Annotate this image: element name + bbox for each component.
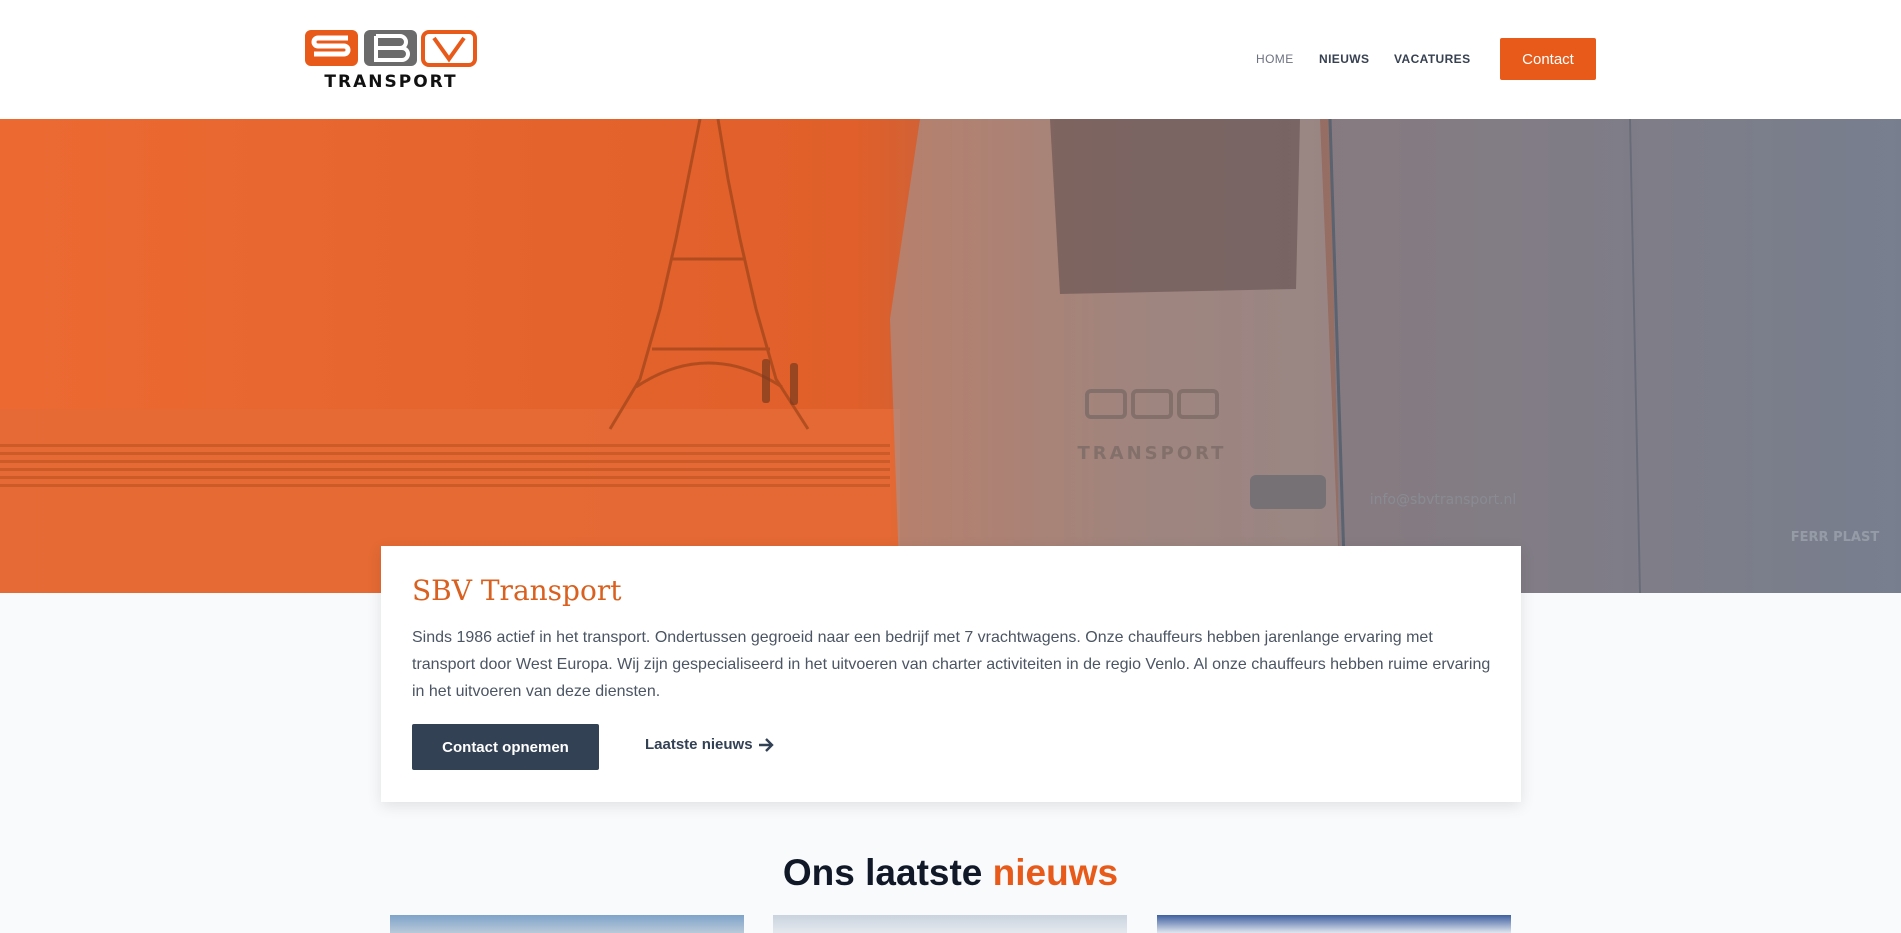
truck-cab	[890, 119, 1901, 593]
news-heading: Ons laatste nieuws	[0, 852, 1901, 894]
news-card-image-2[interactable]	[773, 915, 1127, 933]
news-card-image-1[interactable]	[390, 915, 744, 933]
logo-word: TRANSPORT	[324, 72, 457, 90]
news-heading-prefix: Ons laatste	[782, 852, 993, 893]
intro-card: SBV Transport Sinds 1986 actief in het t…	[381, 546, 1521, 802]
hero-image: TRANSPORT info@sbvtransport.nl FERR PLAS…	[0, 119, 1901, 593]
contact-opnemen-button[interactable]: Contact opnemen	[412, 724, 599, 770]
news-heading-accent: nieuws	[992, 852, 1119, 893]
sbv-transport-logo[interactable]: TRANSPORT	[304, 28, 478, 92]
latest-news-label: Laatste nieuws	[645, 736, 753, 753]
intro-text: Sinds 1986 actief in het transport. Onde…	[412, 629, 1491, 700]
news-card-image-3[interactable]	[1157, 915, 1511, 933]
nav-home[interactable]: HOME	[1256, 52, 1294, 66]
intro-title: SBV Transport	[412, 574, 622, 607]
site-header: TRANSPORT HOME NIEUWS VACATURES Contact	[0, 0, 1901, 119]
hero-illustration: TRANSPORT info@sbvtransport.nl FERR PLAS…	[0, 119, 1901, 593]
svg-text:TRANSPORT: TRANSPORT	[1078, 443, 1227, 464]
logo-graphic: TRANSPORT	[305, 30, 477, 92]
truck-email: info@sbvtransport.nl	[1370, 492, 1517, 508]
contact-button[interactable]: Contact	[1500, 38, 1596, 80]
latest-news-link[interactable]: Laatste nieuws	[645, 736, 774, 753]
trailer-brand: FERR PLAST	[1791, 530, 1880, 545]
arrow-right-icon	[758, 737, 774, 752]
nav-vacatures[interactable]: VACATURES	[1394, 52, 1471, 66]
nav-nieuws[interactable]: NIEUWS	[1319, 52, 1369, 66]
